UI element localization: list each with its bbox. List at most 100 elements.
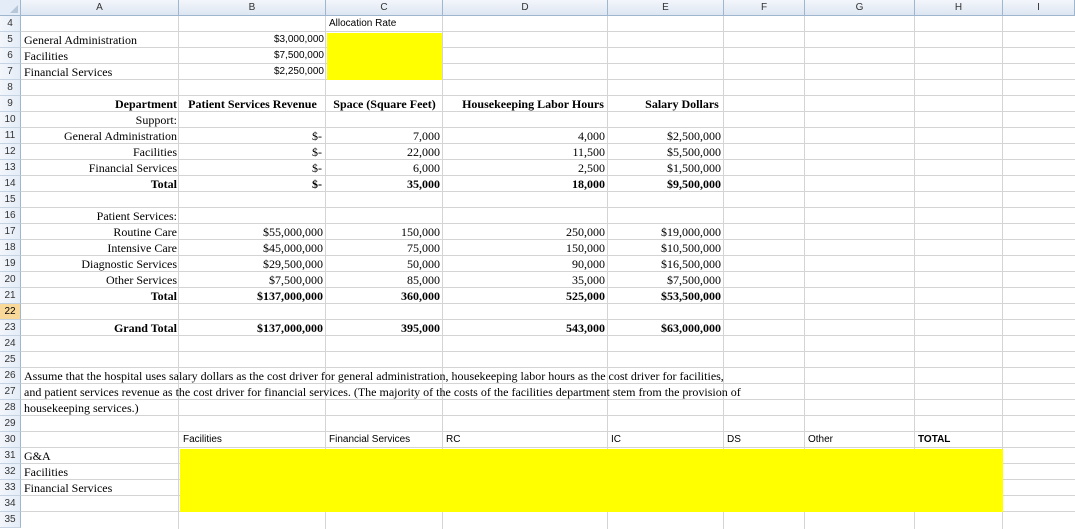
dept-space[interactable]: 85,000	[327, 272, 440, 288]
alloc-header-rc[interactable]: RC	[446, 432, 460, 448]
allocation-label[interactable]: Facilities	[24, 48, 68, 64]
dept-hours[interactable]: 250,000	[444, 224, 605, 240]
row-header[interactable]: 33	[0, 480, 21, 496]
dept-salary[interactable]: $10,500,000	[609, 240, 721, 256]
row-header[interactable]: 7	[0, 64, 21, 80]
row-header[interactable]: 21	[0, 288, 21, 304]
row-header[interactable]: 28	[0, 400, 21, 416]
row-header[interactable]: 31	[0, 448, 21, 464]
dept-hours[interactable]: 4,000	[444, 128, 605, 144]
note-line[interactable]: Assume that the hospital uses salary dol…	[24, 368, 724, 384]
patient-total-hours[interactable]: 525,000	[444, 288, 605, 304]
dept-name[interactable]: Routine Care	[22, 224, 177, 240]
row-header[interactable]: 18	[0, 240, 21, 256]
dept-revenue[interactable]: $45,000,000	[180, 240, 323, 256]
dept-salary[interactable]: $7,500,000	[609, 272, 721, 288]
column-header-i[interactable]: I	[1003, 0, 1075, 16]
row-header[interactable]: 12	[0, 144, 21, 160]
dept-space[interactable]: 50,000	[327, 256, 440, 272]
dept-salary[interactable]: $5,500,000	[609, 144, 721, 160]
dept-revenue[interactable]: $-	[180, 144, 322, 160]
row-header[interactable]: 16	[0, 208, 21, 224]
row-header[interactable]: 29	[0, 416, 21, 432]
alloc-header-ds[interactable]: DS	[727, 432, 741, 448]
row-header[interactable]: 10	[0, 112, 21, 128]
row-header[interactable]: 20	[0, 272, 21, 288]
allocation-amount[interactable]: $2,250,000	[180, 64, 324, 80]
column-header-f[interactable]: F	[724, 0, 805, 16]
alloc-header-other[interactable]: Other	[808, 432, 833, 448]
allocation-amount[interactable]: $3,000,000	[180, 32, 324, 48]
patient-services-label[interactable]: Patient Services:	[22, 208, 177, 224]
dept-salary[interactable]: $1,500,000	[609, 160, 721, 176]
support-total-label[interactable]: Total	[22, 176, 177, 192]
support-total-space[interactable]: 35,000	[327, 176, 440, 192]
dept-name[interactable]: General Administration	[22, 128, 177, 144]
dept-salary[interactable]: $19,000,000	[609, 224, 721, 240]
column-header-c[interactable]: C	[326, 0, 443, 16]
grand-total-revenue[interactable]: $137,000,000	[180, 320, 323, 336]
row-header[interactable]: 8	[0, 80, 21, 96]
dept-name[interactable]: Financial Services	[22, 160, 177, 176]
dept-space[interactable]: 22,000	[327, 144, 440, 160]
dept-hours[interactable]: 11,500	[444, 144, 605, 160]
dept-hours[interactable]: 35,000	[444, 272, 605, 288]
row-header-selected[interactable]: 22	[0, 304, 21, 320]
support-total-hours[interactable]: 18,000	[444, 176, 605, 192]
select-all-corner[interactable]	[0, 0, 21, 16]
note-line[interactable]: and patient services revenue as the cost…	[24, 384, 741, 400]
header-revenue[interactable]: Patient Services Revenue	[179, 96, 326, 112]
dept-revenue[interactable]: $7,500,000	[180, 272, 323, 288]
column-header-a[interactable]: A	[21, 0, 179, 16]
allocation-label[interactable]: Financial Services	[24, 64, 112, 80]
row-header[interactable]: 14	[0, 176, 21, 192]
support-total-revenue[interactable]: $-	[180, 176, 322, 192]
alloc-header-total[interactable]: TOTAL	[918, 432, 950, 448]
dept-hours[interactable]: 150,000	[444, 240, 605, 256]
row-header[interactable]: 17	[0, 224, 21, 240]
row-header[interactable]: 25	[0, 352, 21, 368]
dept-name[interactable]: Other Services	[22, 272, 177, 288]
row-header[interactable]: 24	[0, 336, 21, 352]
dept-revenue[interactable]: $-	[180, 160, 322, 176]
dept-name[interactable]: Intensive Care	[22, 240, 177, 256]
grand-total-space[interactable]: 395,000	[327, 320, 440, 336]
row-header[interactable]: 23	[0, 320, 21, 336]
support-label[interactable]: Support:	[22, 112, 177, 128]
column-header-b[interactable]: B	[179, 0, 326, 16]
column-header-g[interactable]: G	[805, 0, 915, 16]
dept-revenue[interactable]: $-	[180, 128, 322, 144]
grand-total-salary[interactable]: $63,000,000	[609, 320, 721, 336]
row-header[interactable]: 11	[0, 128, 21, 144]
allocation-rate-header[interactable]: Allocation Rate	[329, 16, 396, 32]
row-header[interactable]: 6	[0, 48, 21, 64]
grand-total-label[interactable]: Grand Total	[22, 320, 177, 336]
row-header[interactable]: 4	[0, 16, 21, 32]
alloc-row-label[interactable]: Facilities	[24, 464, 68, 480]
note-line[interactable]: housekeeping services.)	[24, 400, 139, 416]
alloc-row-label[interactable]: G&A	[24, 448, 51, 464]
alloc-header-facilities[interactable]: Facilities	[183, 432, 222, 448]
row-header[interactable]: 5	[0, 32, 21, 48]
column-header-e[interactable]: E	[608, 0, 724, 16]
row-header[interactable]: 26	[0, 368, 21, 384]
alloc-header-financial-services[interactable]: Financial Services	[329, 432, 410, 448]
dept-name[interactable]: Facilities	[22, 144, 177, 160]
dept-name[interactable]: Diagnostic Services	[22, 256, 177, 272]
column-header-d[interactable]: D	[443, 0, 608, 16]
patient-total-space[interactable]: 360,000	[327, 288, 440, 304]
header-department[interactable]: Department	[22, 96, 177, 112]
allocation-rate-input-range[interactable]	[327, 33, 442, 80]
dept-space[interactable]: 75,000	[327, 240, 440, 256]
dept-revenue[interactable]: $29,500,000	[180, 256, 323, 272]
row-header[interactable]: 19	[0, 256, 21, 272]
dept-hours[interactable]: 90,000	[444, 256, 605, 272]
header-hours[interactable]: Housekeeping Labor Hours	[443, 96, 623, 112]
row-header[interactable]: 13	[0, 160, 21, 176]
row-header[interactable]: 15	[0, 192, 21, 208]
patient-total-salary[interactable]: $53,500,000	[609, 288, 721, 304]
header-space[interactable]: Space (Square Feet)	[326, 96, 443, 112]
allocation-amount[interactable]: $7,500,000	[180, 48, 324, 64]
row-header[interactable]: 30	[0, 432, 21, 448]
row-header[interactable]: 9	[0, 96, 21, 112]
